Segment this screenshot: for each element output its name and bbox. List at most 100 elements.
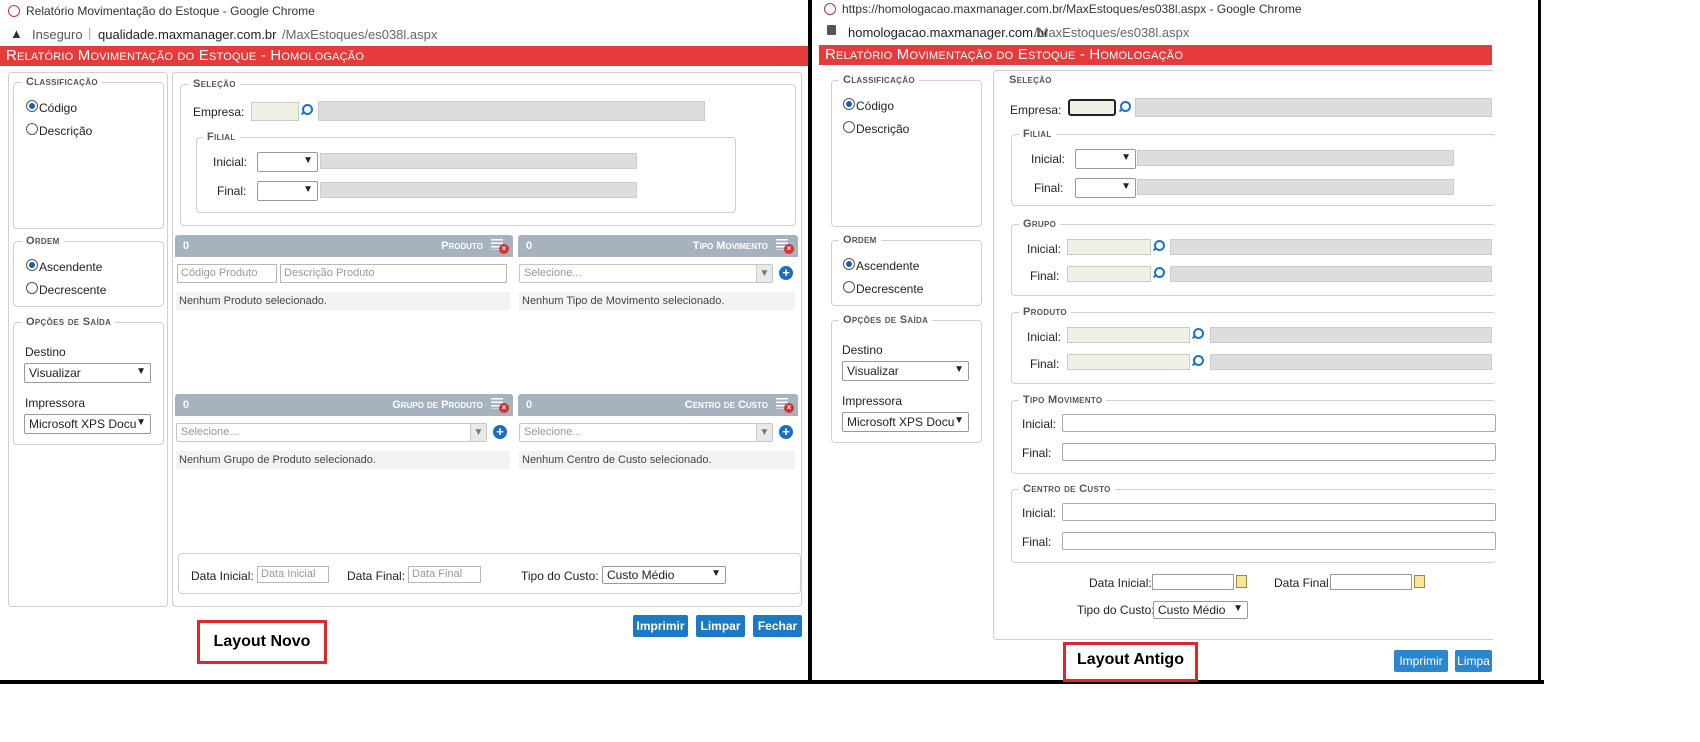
fechar-button[interactable]: Fechar: [753, 615, 802, 637]
tipo-final-select[interactable]: [1062, 443, 1496, 461]
clear-list-icon[interactable]: ×: [776, 397, 794, 413]
grupo-empty-message: Nenhum Grupo de Produto selecionado.: [176, 451, 510, 469]
add-grupo-icon[interactable]: +: [493, 425, 507, 439]
tipo-final-label: Final:: [1022, 446, 1052, 460]
grupo-legend: Grupo: [1019, 218, 1061, 230]
impressora-select[interactable]: Microsoft XPS Docum ▼: [24, 414, 151, 434]
imprimir-button[interactable]: Imprimir: [1394, 650, 1448, 672]
search-icon[interactable]: [1191, 328, 1204, 340]
data-inicial-label: Data Inicial:: [1089, 576, 1152, 590]
centro-count: 0: [526, 399, 533, 411]
tipo-select[interactable]: Selecione... ▼: [519, 264, 773, 283]
impressora-select[interactable]: Microsoft XPS Docum ▼: [842, 412, 969, 432]
filial-final-select[interactable]: ▼: [257, 181, 318, 201]
tipo-custo-select[interactable]: Custo Médio ▼: [1153, 601, 1248, 619]
chevron-down-icon: ▼: [1121, 152, 1131, 163]
filial-inicial-desc: [1137, 150, 1454, 166]
descricao-produto-placeholder: Descrição Produto: [284, 267, 375, 279]
destino-value: Visualizar: [29, 366, 81, 380]
radio-ascendente[interactable]: [26, 259, 38, 271]
radio-descricao[interactable]: [26, 123, 38, 135]
chrome-favicon-icon: [8, 5, 20, 17]
filial-final-label: Final:: [1034, 181, 1064, 195]
page-title: Relatório Movimentação do Estoque - Homo…: [0, 46, 808, 66]
filial-inicial-desc: [320, 153, 637, 169]
radio-descricao-label: Descrição: [856, 122, 910, 136]
codigo-produto-placeholder: Código Produto: [181, 267, 258, 279]
window-title: https://homologacao.maxmanager.com.br/Ma…: [842, 2, 1302, 16]
tipo-legend: Tipo Movimento: [1019, 394, 1107, 406]
filial-inicial-select[interactable]: ▼: [1075, 149, 1136, 169]
tipo-custo-value: Custo Médio: [607, 568, 675, 582]
radio-decrescente[interactable]: [843, 281, 855, 293]
filial-final-select[interactable]: ▼: [1075, 178, 1136, 198]
destino-select[interactable]: Visualizar ▼: [842, 361, 969, 381]
search-icon[interactable]: [300, 104, 313, 116]
centro-select[interactable]: Selecione... ▼: [519, 423, 773, 442]
data-inicial-input[interactable]: Data Inicial: [257, 566, 329, 583]
filial-legend: Filial: [203, 131, 240, 143]
radio-descricao[interactable]: [843, 121, 855, 133]
radio-codigo[interactable]: [26, 100, 38, 112]
search-icon[interactable]: [1191, 355, 1204, 367]
calendar-icon[interactable]: [1414, 575, 1425, 588]
chevron-down-icon: ▼: [303, 155, 313, 166]
grupo-title: Grupo de Produto: [392, 399, 483, 411]
limpar-button[interactable]: Limpa: [1455, 650, 1492, 672]
filial-final-desc: [1137, 179, 1454, 195]
tipo-custo-label: Tipo do Custo:: [1077, 603, 1155, 617]
selecao-legend: Seleção: [1005, 74, 1056, 86]
empresa-code-input[interactable]: [1068, 99, 1116, 116]
empresa-code-input[interactable]: [251, 102, 299, 121]
produto-title: Produto: [441, 240, 483, 252]
radio-ascendente[interactable]: [843, 258, 855, 270]
grupo-count: 0: [183, 399, 190, 411]
tipo-inicial-select[interactable]: [1062, 414, 1496, 432]
search-icon[interactable]: [1118, 101, 1131, 113]
centro-final-label: Final:: [1022, 535, 1052, 549]
codigo-produto-input[interactable]: Código Produto: [177, 264, 277, 283]
data-inicial-input[interactable]: [1152, 574, 1234, 590]
tipo-panel-header: 0 Tipo Movimento ×: [518, 235, 798, 257]
centro-inicial-select[interactable]: [1062, 503, 1496, 521]
window-title: Relatório Movimentação do Estoque - Goog…: [26, 4, 315, 18]
grupo-final-desc: [1170, 266, 1492, 282]
destino-select[interactable]: Visualizar ▼: [24, 363, 151, 383]
data-final-input[interactable]: Data Final: [408, 566, 481, 583]
limpar-button[interactable]: Limpar: [696, 615, 745, 637]
grupo-inicial-input[interactable]: [1067, 239, 1151, 255]
address-bar[interactable]: homologacao.maxmanager.com.br /MaxEstoqu…: [812, 20, 1492, 44]
radio-decrescente[interactable]: [26, 282, 38, 294]
tipo-title: Tipo Movimento: [692, 240, 768, 252]
grupo-select[interactable]: Selecione... ▼: [176, 423, 487, 442]
calendar-icon[interactable]: [1236, 575, 1247, 588]
data-final-input[interactable]: [1330, 574, 1412, 590]
chevron-down-icon: ▼: [136, 417, 146, 428]
search-icon[interactable]: [1152, 267, 1165, 279]
filial-inicial-select[interactable]: ▼: [257, 152, 318, 172]
clear-list-icon[interactable]: ×: [776, 238, 794, 254]
grupo-final-input[interactable]: [1067, 266, 1151, 282]
chevron-down-icon: ▼: [954, 415, 964, 426]
url-domain: homologacao.maxmanager.com.br: [848, 25, 1049, 40]
address-bar[interactable]: ▲ Inseguro | qualidade.maxmanager.com.br…: [0, 22, 808, 46]
chevron-down-icon: ▼: [756, 424, 772, 441]
search-icon[interactable]: [1152, 240, 1165, 252]
radio-codigo[interactable]: [843, 98, 855, 110]
tipo-custo-select[interactable]: Custo Médio ▼: [602, 566, 726, 584]
centro-final-select[interactable]: [1062, 532, 1496, 550]
ordem-legend: Ordem: [839, 234, 881, 246]
produto-final-input[interactable]: [1067, 354, 1190, 370]
tipo-count: 0: [526, 240, 533, 252]
clear-list-icon[interactable]: ×: [491, 397, 509, 413]
empresa-label: Empresa:: [193, 105, 245, 119]
produto-inicial-input[interactable]: [1067, 327, 1190, 343]
imprimir-button[interactable]: Imprimir: [633, 615, 688, 637]
saida-legend: Opções de Saída: [22, 316, 116, 328]
add-centro-icon[interactable]: +: [779, 425, 793, 439]
add-tipo-icon[interactable]: +: [779, 266, 793, 280]
impressora-label: Impressora: [25, 396, 86, 410]
descricao-produto-input[interactable]: Descrição Produto: [280, 264, 507, 283]
produto-empty-message: Nenhum Produto selecionado.: [176, 292, 510, 310]
clear-list-icon[interactable]: ×: [491, 238, 509, 254]
